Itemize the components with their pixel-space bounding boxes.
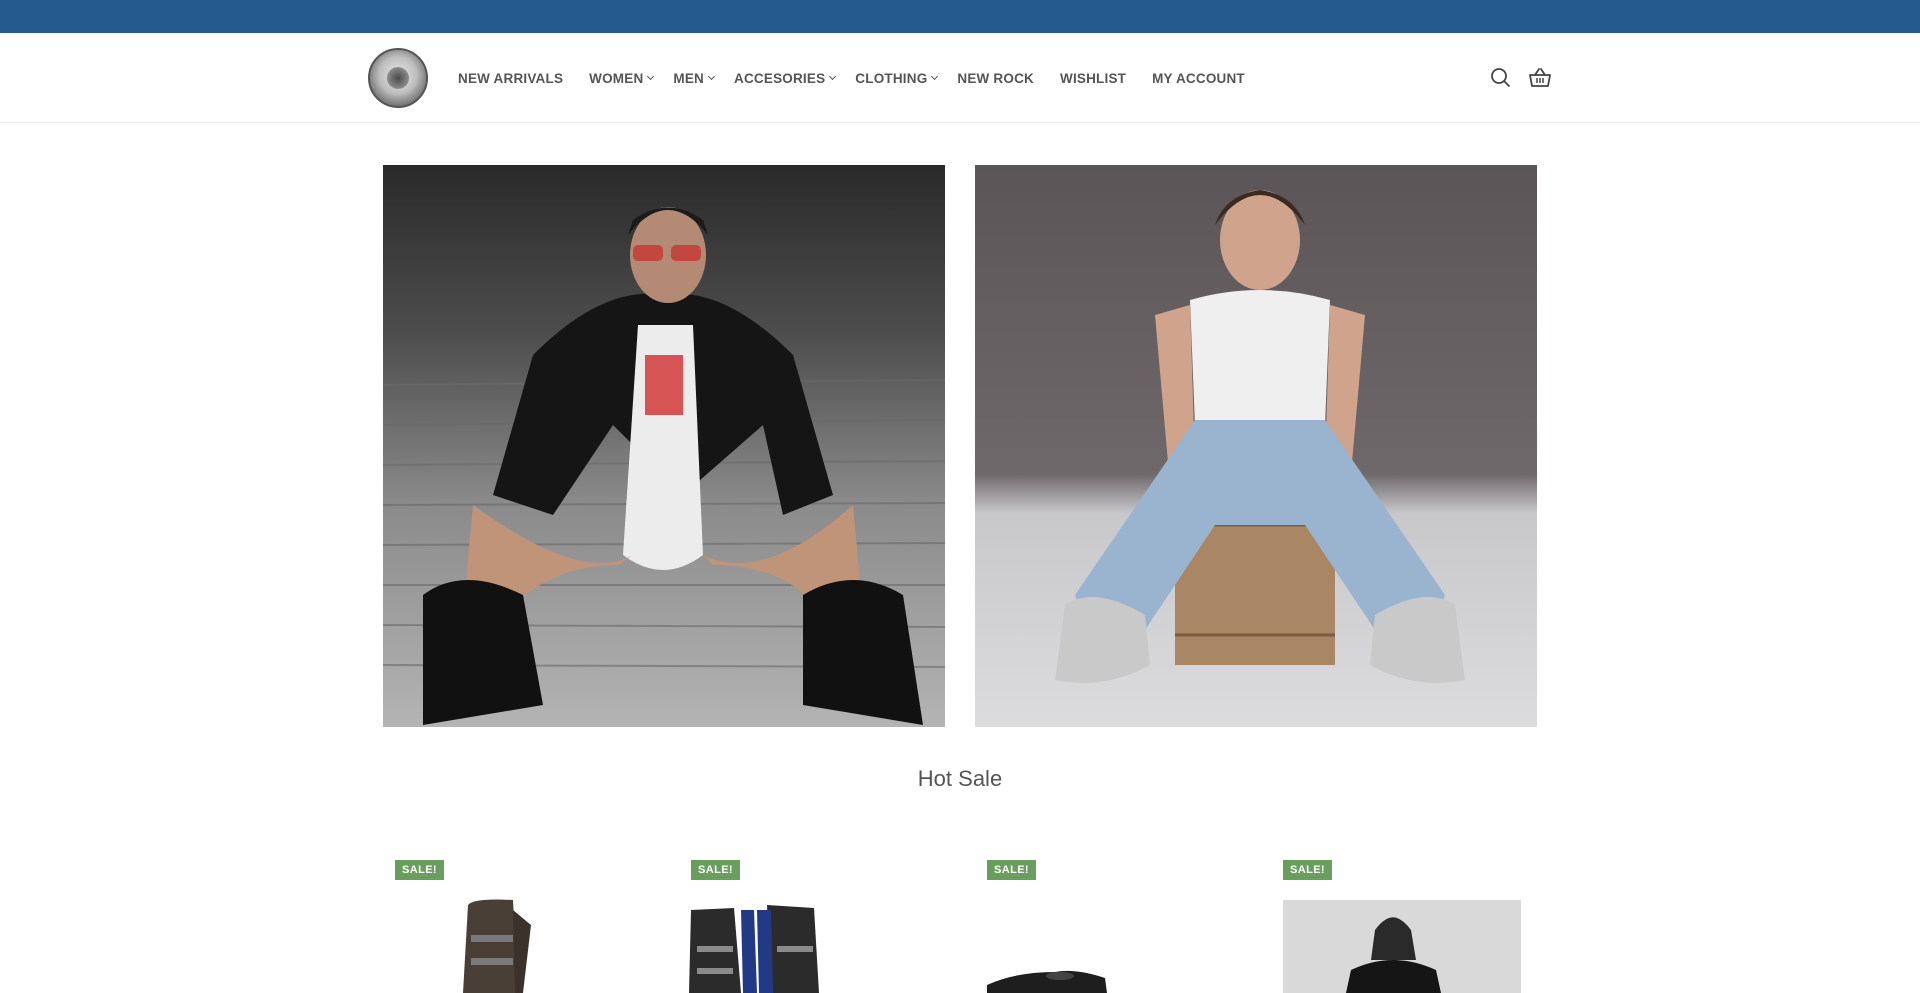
hero-banner-women[interactable]: [383, 165, 945, 727]
hero-banner-men[interactable]: [975, 165, 1537, 727]
nav-women[interactable]: WOMEN: [589, 70, 655, 86]
nav-label: WISHLIST: [1060, 70, 1127, 86]
sale-badge: SALE!: [987, 860, 1036, 880]
nav-label: CLOTHING: [855, 70, 928, 86]
product-card[interactable]: SALE!: [383, 850, 633, 993]
chevron-down-icon: [931, 72, 939, 81]
nav-label: MY ACCOUNT: [1152, 70, 1245, 86]
nav-men[interactable]: MEN: [673, 70, 716, 86]
nav-label: NEW ROCK: [957, 70, 1034, 86]
sale-badge: SALE!: [691, 860, 740, 880]
search-icon[interactable]: [1488, 65, 1514, 91]
site-header: NEW ARRIVALS WOMEN MEN ACCESORIES CLOTHI…: [0, 33, 1920, 123]
sale-badge: SALE!: [395, 860, 444, 880]
product-card[interactable]: SALE!: [679, 850, 929, 993]
nav-accesories[interactable]: ACCESORIES: [734, 70, 837, 86]
product-card[interactable]: SALE!: [975, 850, 1225, 993]
basket-icon[interactable]: [1527, 65, 1553, 91]
nav-label: NEW ARRIVALS: [458, 70, 564, 86]
nav-label: WOMEN: [589, 70, 644, 86]
sale-badge: SALE!: [1283, 860, 1332, 880]
top-announcement-bar: [0, 0, 1920, 33]
chevron-down-icon: [829, 72, 837, 81]
nav-label: ACCESORIES: [734, 70, 826, 86]
chevron-down-icon: [707, 72, 716, 81]
nav-new-rock[interactable]: NEW ROCK: [957, 71, 1034, 86]
nav-wishlist[interactable]: WISHLIST: [1060, 71, 1126, 86]
hot-sale-heading: Hot Sale: [917, 766, 1003, 791]
nav-label: MEN: [673, 70, 705, 86]
nav-new-arrivals[interactable]: NEW ARRIVALS: [458, 71, 563, 86]
product-card[interactable]: SALE!: [1271, 850, 1521, 993]
main-navigation: NEW ARRIVALS WOMEN MEN ACCESORIES CLOTHI…: [458, 33, 1271, 123]
chevron-down-icon: [647, 72, 655, 81]
brand-logo[interactable]: [368, 48, 428, 108]
nav-clothing[interactable]: CLOTHING: [855, 70, 939, 86]
nav-my-account[interactable]: MY ACCOUNT: [1152, 71, 1245, 86]
